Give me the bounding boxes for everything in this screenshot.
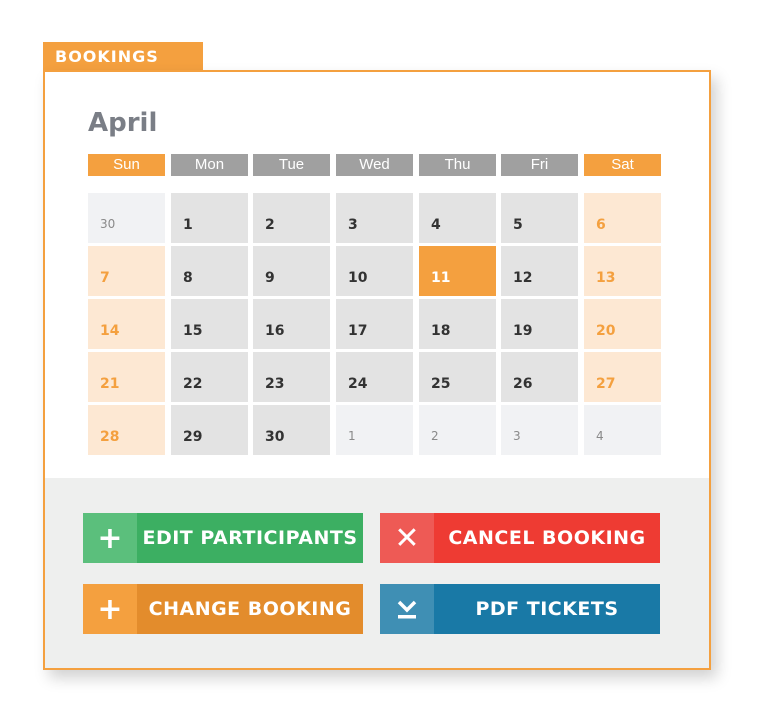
actions-footer bbox=[45, 478, 709, 668]
day-cell[interactable]: 12 bbox=[501, 246, 578, 296]
download-icon bbox=[380, 584, 434, 634]
weekday-header-mon: Mon bbox=[171, 154, 248, 176]
day-cell[interactable]: 2 bbox=[419, 405, 496, 455]
cancel-booking-label: CANCEL BOOKING bbox=[434, 513, 660, 563]
day-cell[interactable]: 26 bbox=[501, 352, 578, 402]
day-cell[interactable]: 3 bbox=[336, 193, 413, 243]
day-cell[interactable]: 10 bbox=[336, 246, 413, 296]
plus-icon: + bbox=[83, 584, 137, 634]
pdf-tickets-label: PDF TICKETS bbox=[434, 584, 660, 634]
bookings-tab[interactable]: BOOKINGS bbox=[43, 42, 203, 72]
day-cell[interactable]: 23 bbox=[253, 352, 330, 402]
day-cell[interactable]: 1 bbox=[336, 405, 413, 455]
day-cell[interactable]: 4 bbox=[419, 193, 496, 243]
day-cell[interactable]: 19 bbox=[501, 299, 578, 349]
day-cell[interactable]: 30 bbox=[253, 405, 330, 455]
day-cell[interactable]: 9 bbox=[253, 246, 330, 296]
day-cell[interactable]: 7 bbox=[88, 246, 165, 296]
day-cell[interactable]: 8 bbox=[171, 246, 248, 296]
day-cell[interactable]: 30 bbox=[88, 193, 165, 243]
day-cell[interactable]: 2 bbox=[253, 193, 330, 243]
plus-icon: + bbox=[83, 513, 137, 563]
day-cell[interactable]: 13 bbox=[584, 246, 661, 296]
day-cell[interactable]: 27 bbox=[584, 352, 661, 402]
day-cell[interactable]: 15 bbox=[171, 299, 248, 349]
day-cell[interactable]: 14 bbox=[88, 299, 165, 349]
day-cell[interactable]: 28 bbox=[88, 405, 165, 455]
day-cell[interactable]: 29 bbox=[171, 405, 248, 455]
day-cell[interactable]: 6 bbox=[584, 193, 661, 243]
weekday-header-fri: Fri bbox=[501, 154, 578, 176]
day-cell[interactable]: 25 bbox=[419, 352, 496, 402]
change-booking-label: CHANGE BOOKING bbox=[137, 584, 363, 634]
cancel-booking-button[interactable]: ✕ CANCEL BOOKING bbox=[380, 513, 660, 563]
edit-participants-button[interactable]: + EDIT PARTICIPANTS bbox=[83, 513, 363, 563]
weekday-header-sat: Sat bbox=[584, 154, 661, 176]
day-cell[interactable]: 24 bbox=[336, 352, 413, 402]
day-cell[interactable]: 16 bbox=[253, 299, 330, 349]
day-cell[interactable]: 3 bbox=[501, 405, 578, 455]
change-booking-button[interactable]: + CHANGE BOOKING bbox=[83, 584, 363, 634]
pdf-tickets-button[interactable]: PDF TICKETS bbox=[380, 584, 660, 634]
weekday-header-tue: Tue bbox=[253, 154, 330, 176]
day-cell-selected[interactable]: 11 bbox=[419, 246, 496, 296]
weekday-header-thu: Thu bbox=[419, 154, 496, 176]
day-cell[interactable]: 22 bbox=[171, 352, 248, 402]
day-cell[interactable]: 5 bbox=[501, 193, 578, 243]
day-cell[interactable]: 1 bbox=[171, 193, 248, 243]
month-title: April bbox=[88, 108, 158, 138]
day-cell[interactable]: 17 bbox=[336, 299, 413, 349]
close-icon: ✕ bbox=[380, 513, 434, 563]
day-cell[interactable]: 4 bbox=[584, 405, 661, 455]
day-cell[interactable]: 21 bbox=[88, 352, 165, 402]
weekday-header-wed: Wed bbox=[336, 154, 413, 176]
day-cell[interactable]: 18 bbox=[419, 299, 496, 349]
weekday-header-sun: Sun bbox=[88, 154, 165, 176]
edit-participants-label: EDIT PARTICIPANTS bbox=[137, 513, 363, 563]
day-cell[interactable]: 20 bbox=[584, 299, 661, 349]
